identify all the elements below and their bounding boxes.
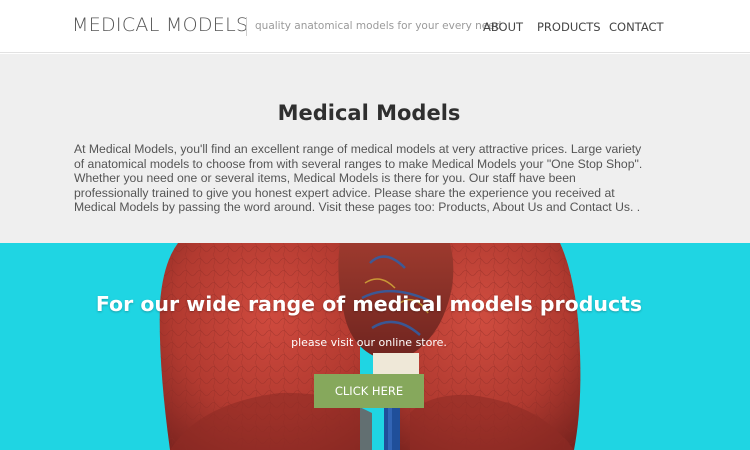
intro-section: Medical Models At Medical Models, you'll… xyxy=(0,54,750,243)
nav-contact-link[interactable]: CONTACT xyxy=(609,20,664,34)
hero-subtitle: please visit our online store. xyxy=(291,336,447,349)
intro-text: At Medical Models, you'll find an excell… xyxy=(74,142,643,215)
click-here-button[interactable]: CLICK HERE xyxy=(314,374,424,408)
nav-about-link[interactable]: ABOUT xyxy=(483,20,523,34)
site-logo[interactable]: MEDICAL MODELS xyxy=(72,14,248,36)
intro-title: Medical Models xyxy=(277,101,461,125)
logo-divider xyxy=(246,17,247,36)
hero-title: For our wide range of medical models pro… xyxy=(95,292,643,316)
nav-products-link[interactable]: PRODUCTS xyxy=(537,20,601,34)
site-tagline: quality anatomical models for your every… xyxy=(255,20,502,32)
hero-banner: For our wide range of medical models pro… xyxy=(0,243,750,450)
site-header: MEDICAL MODELS quality anatomical models… xyxy=(0,0,750,53)
